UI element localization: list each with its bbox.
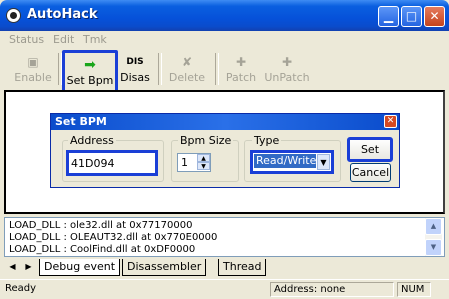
tab-thread[interactable]: Thread	[218, 259, 267, 276]
spin-down-icon[interactable]: ▼	[197, 162, 210, 170]
delete-button[interactable]: ✘ Delete	[166, 50, 208, 87]
bpm-size-value: 1	[181, 156, 188, 169]
window-title: AutoHack	[27, 7, 98, 22]
set-bpm-label: Set Bpm	[66, 74, 114, 87]
log-line: LOAD_DLL : ole32.dll at 0x77170000	[9, 220, 193, 231]
menu-edit[interactable]: Edit	[53, 33, 74, 46]
close-icon: ✕	[429, 9, 440, 23]
enable-icon: ▣	[27, 55, 39, 69]
type-value: Read/Write	[254, 154, 317, 168]
toolbar-separator	[215, 53, 219, 85]
tab-bar: ◀ ▶ Debug event Disassembler Thread	[4, 259, 445, 277]
status-num: NUM	[397, 282, 431, 297]
menu-bar: Status Edit Tmk	[3, 31, 446, 49]
address-input[interactable]: 41D094	[66, 150, 158, 176]
minimize-button[interactable]: ▁	[378, 6, 399, 27]
tab-disassembler[interactable]: Disassembler	[122, 259, 207, 276]
menu-tmk[interactable]: Tmk	[83, 33, 107, 46]
set-button[interactable]: Set	[347, 137, 393, 162]
tab-debug-event[interactable]: Debug event	[39, 259, 121, 276]
bpm-size-spinner[interactable]: 1 ▲ ▼	[177, 153, 211, 172]
dialog-close-button[interactable]: ✕	[384, 115, 397, 128]
disas-label: Disas	[120, 71, 150, 84]
log-line: LOAD_DLL : CoolFind.dll at 0xDF0000	[9, 244, 196, 255]
status-address: Address: none	[270, 282, 394, 297]
close-button[interactable]: ✕	[424, 6, 445, 27]
dis-icon: DIS	[126, 57, 144, 67]
type-label: Type	[252, 134, 282, 147]
log-line: LOAD_DLL : OLEAUT32.dll at 0x770E0000	[9, 232, 218, 243]
chevron-down-icon[interactable]: ▼	[317, 154, 330, 170]
unpatch-label: UnPatch	[264, 71, 310, 84]
maximize-button[interactable]: □	[401, 6, 422, 27]
status-text: Ready	[5, 283, 37, 294]
delete-label: Delete	[168, 71, 206, 84]
address-label: Address	[68, 134, 116, 147]
enable-button[interactable]: ▣ Enable	[13, 50, 53, 87]
minimize-icon: ▁	[383, 9, 394, 23]
scroll-up-icon[interactable]: ▲	[425, 218, 442, 235]
log-panel[interactable]: LOAD_DLL : ole32.dll at 0x77170000 LOAD_…	[4, 217, 445, 257]
close-icon: ✕	[386, 116, 395, 126]
enable-label: Enable	[14, 71, 52, 84]
set-bpm-button[interactable]: ➡ Set Bpm	[62, 50, 118, 93]
patch-button[interactable]: ✚ Patch	[222, 50, 260, 87]
tab-scroll-right-icon[interactable]: ▶	[22, 260, 35, 274]
app-icon	[6, 8, 21, 23]
patch-label: Patch	[225, 71, 257, 84]
tab-scroll-left-icon[interactable]: ◀	[6, 260, 19, 274]
disas-button[interactable]: DIS Disas	[116, 50, 154, 87]
log-scrollbar[interactable]: ▲ ▼	[425, 218, 442, 256]
toolbar-separator	[158, 53, 162, 85]
resize-grip-icon[interactable]	[433, 282, 447, 297]
dialog-title: Set BPM	[55, 115, 107, 128]
spin-up-icon[interactable]: ▲	[197, 154, 210, 162]
menu-status[interactable]: Status	[9, 33, 44, 46]
unpatch-button[interactable]: ✚ UnPatch	[264, 50, 310, 87]
status-bar: Ready Address: none NUM	[0, 279, 449, 299]
cancel-button[interactable]: Cancel	[350, 163, 391, 182]
type-select[interactable]: Read/Write ▼	[250, 150, 334, 174]
unpatch-icon: ✚	[281, 55, 293, 69]
bpm-size-label: Bpm Size	[178, 134, 234, 147]
delete-icon: ✘	[181, 55, 193, 69]
toolbar: ▣ Enable ➡ Set Bpm DIS Disas ✘ Delete ✚ …	[3, 49, 446, 93]
scroll-down-icon[interactable]: ▼	[425, 239, 442, 256]
maximize-icon: □	[405, 9, 418, 23]
green-arrow-icon: ➡	[84, 57, 96, 73]
patch-icon: ✚	[235, 55, 247, 69]
